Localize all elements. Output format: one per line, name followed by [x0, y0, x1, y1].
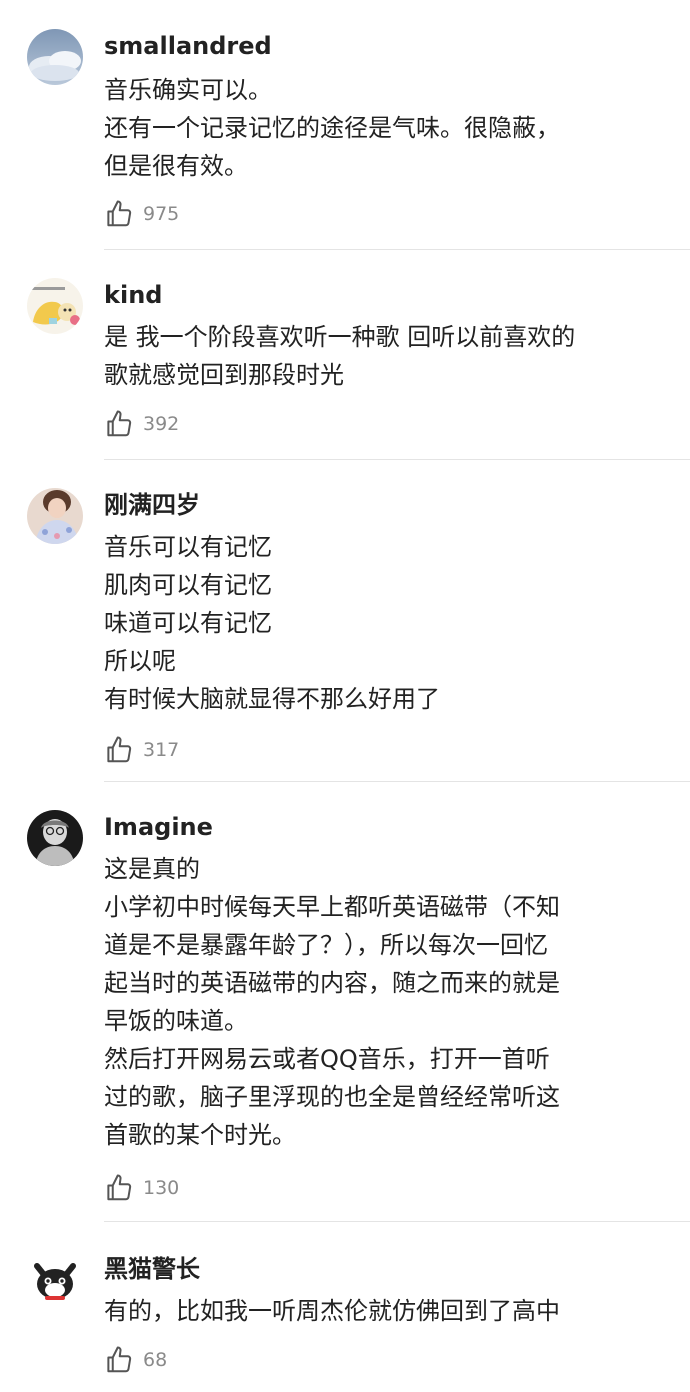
comment-text: 有的，比如我一听周杰伦就仿佛回到了高中 — [104, 1292, 664, 1330]
comment-line: 有的，比如我一听周杰伦就仿佛回到了高中 — [104, 1297, 560, 1325]
username[interactable]: 黑猫警长 — [104, 1254, 200, 1284]
like-count: 68 — [143, 1349, 168, 1371]
black-cat-avatar-icon — [27, 1252, 83, 1308]
comment-item: 黑猫警长 有的，比如我一听周杰伦就仿佛回到了高中 68 — [0, 0, 690, 1392]
avatar[interactable] — [27, 1252, 83, 1308]
thumbs-up-icon — [107, 1346, 132, 1373]
like-button[interactable]: 68 — [104, 1344, 167, 1376]
